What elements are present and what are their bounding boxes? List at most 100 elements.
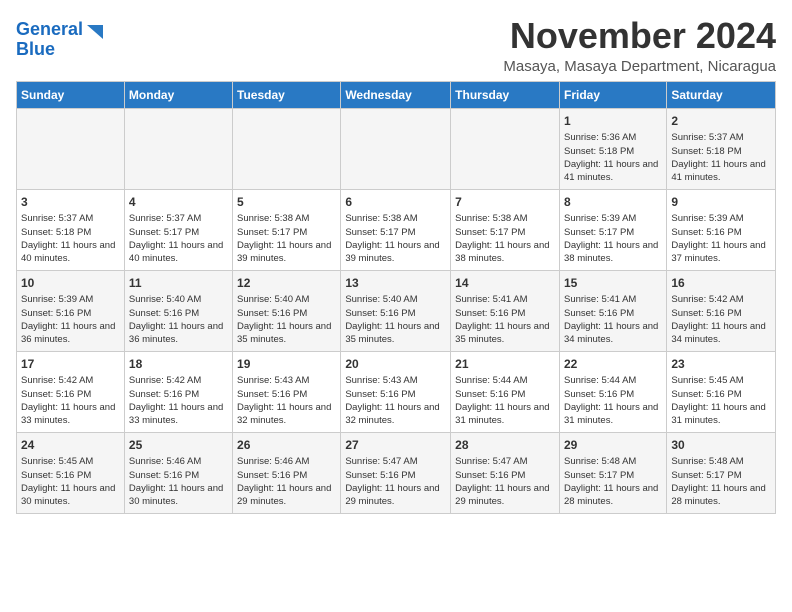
day-info: Sunrise: 5:47 AM Sunset: 5:16 PM Dayligh…: [455, 455, 555, 508]
day-info: Sunrise: 5:37 AM Sunset: 5:18 PM Dayligh…: [21, 212, 120, 265]
calendar-cell: 8Sunrise: 5:39 AM Sunset: 5:17 PM Daylig…: [559, 189, 666, 270]
day-info: Sunrise: 5:39 AM Sunset: 5:17 PM Dayligh…: [564, 212, 662, 265]
calendar-cell: 10Sunrise: 5:39 AM Sunset: 5:16 PM Dayli…: [17, 270, 125, 351]
calendar-header-cell: Saturday: [667, 81, 776, 108]
calendar-week-row: 1Sunrise: 5:36 AM Sunset: 5:18 PM Daylig…: [17, 108, 776, 189]
calendar-cell: 22Sunrise: 5:44 AM Sunset: 5:16 PM Dayli…: [559, 351, 666, 432]
day-info: Sunrise: 5:43 AM Sunset: 5:16 PM Dayligh…: [345, 374, 446, 427]
day-number: 16: [671, 275, 771, 292]
calendar-header-cell: Thursday: [451, 81, 560, 108]
day-info: Sunrise: 5:46 AM Sunset: 5:16 PM Dayligh…: [129, 455, 228, 508]
calendar-cell: [341, 108, 451, 189]
day-info: Sunrise: 5:44 AM Sunset: 5:16 PM Dayligh…: [455, 374, 555, 427]
calendar-cell: 14Sunrise: 5:41 AM Sunset: 5:16 PM Dayli…: [451, 270, 560, 351]
calendar-cell: [451, 108, 560, 189]
day-info: Sunrise: 5:37 AM Sunset: 5:17 PM Dayligh…: [129, 212, 228, 265]
day-number: 6: [345, 194, 446, 211]
day-info: Sunrise: 5:40 AM Sunset: 5:16 PM Dayligh…: [237, 293, 336, 346]
calendar-table: SundayMondayTuesdayWednesdayThursdayFrid…: [16, 81, 776, 514]
day-info: Sunrise: 5:42 AM Sunset: 5:16 PM Dayligh…: [129, 374, 228, 427]
day-info: Sunrise: 5:43 AM Sunset: 5:16 PM Dayligh…: [237, 374, 336, 427]
day-number: 30: [671, 437, 771, 454]
calendar-cell: 19Sunrise: 5:43 AM Sunset: 5:16 PM Dayli…: [233, 351, 341, 432]
calendar-cell: 27Sunrise: 5:47 AM Sunset: 5:16 PM Dayli…: [341, 432, 451, 513]
day-number: 8: [564, 194, 662, 211]
calendar-body: 1Sunrise: 5:36 AM Sunset: 5:18 PM Daylig…: [17, 108, 776, 513]
calendar-cell: 17Sunrise: 5:42 AM Sunset: 5:16 PM Dayli…: [17, 351, 125, 432]
day-info: Sunrise: 5:47 AM Sunset: 5:16 PM Dayligh…: [345, 455, 446, 508]
day-info: Sunrise: 5:46 AM Sunset: 5:16 PM Dayligh…: [237, 455, 336, 508]
calendar-week-row: 24Sunrise: 5:45 AM Sunset: 5:16 PM Dayli…: [17, 432, 776, 513]
calendar-cell: [124, 108, 232, 189]
day-info: Sunrise: 5:48 AM Sunset: 5:17 PM Dayligh…: [564, 455, 662, 508]
day-number: 22: [564, 356, 662, 373]
day-number: 19: [237, 356, 336, 373]
calendar-cell: [17, 108, 125, 189]
calendar-header-cell: Tuesday: [233, 81, 341, 108]
day-number: 23: [671, 356, 771, 373]
day-number: 12: [237, 275, 336, 292]
day-number: 10: [21, 275, 120, 292]
day-info: Sunrise: 5:45 AM Sunset: 5:16 PM Dayligh…: [21, 455, 120, 508]
day-info: Sunrise: 5:37 AM Sunset: 5:18 PM Dayligh…: [671, 131, 771, 184]
calendar-cell: [233, 108, 341, 189]
calendar-week-row: 10Sunrise: 5:39 AM Sunset: 5:16 PM Dayli…: [17, 270, 776, 351]
calendar-cell: 16Sunrise: 5:42 AM Sunset: 5:16 PM Dayli…: [667, 270, 776, 351]
day-number: 21: [455, 356, 555, 373]
calendar-header-cell: Monday: [124, 81, 232, 108]
calendar-week-row: 17Sunrise: 5:42 AM Sunset: 5:16 PM Dayli…: [17, 351, 776, 432]
day-number: 27: [345, 437, 446, 454]
day-number: 7: [455, 194, 555, 211]
calendar-cell: 28Sunrise: 5:47 AM Sunset: 5:16 PM Dayli…: [451, 432, 560, 513]
day-info: Sunrise: 5:38 AM Sunset: 5:17 PM Dayligh…: [345, 212, 446, 265]
day-info: Sunrise: 5:38 AM Sunset: 5:17 PM Dayligh…: [237, 212, 336, 265]
day-info: Sunrise: 5:44 AM Sunset: 5:16 PM Dayligh…: [564, 374, 662, 427]
logo-text: GeneralBlue: [16, 20, 83, 60]
calendar-cell: 12Sunrise: 5:40 AM Sunset: 5:16 PM Dayli…: [233, 270, 341, 351]
calendar-cell: 23Sunrise: 5:45 AM Sunset: 5:16 PM Dayli…: [667, 351, 776, 432]
day-info: Sunrise: 5:36 AM Sunset: 5:18 PM Dayligh…: [564, 131, 662, 184]
logo: GeneralBlue: [16, 20, 105, 60]
day-number: 28: [455, 437, 555, 454]
calendar-cell: 24Sunrise: 5:45 AM Sunset: 5:16 PM Dayli…: [17, 432, 125, 513]
day-number: 1: [564, 113, 662, 130]
day-number: 24: [21, 437, 120, 454]
calendar-cell: 29Sunrise: 5:48 AM Sunset: 5:17 PM Dayli…: [559, 432, 666, 513]
day-number: 5: [237, 194, 336, 211]
day-number: 4: [129, 194, 228, 211]
calendar-cell: 6Sunrise: 5:38 AM Sunset: 5:17 PM Daylig…: [341, 189, 451, 270]
day-number: 11: [129, 275, 228, 292]
logo-icon: [85, 23, 105, 43]
day-info: Sunrise: 5:40 AM Sunset: 5:16 PM Dayligh…: [345, 293, 446, 346]
day-number: 14: [455, 275, 555, 292]
calendar-cell: 25Sunrise: 5:46 AM Sunset: 5:16 PM Dayli…: [124, 432, 232, 513]
location-title: Masaya, Masaya Department, Nicaragua: [503, 58, 776, 75]
day-info: Sunrise: 5:39 AM Sunset: 5:16 PM Dayligh…: [671, 212, 771, 265]
calendar-cell: 15Sunrise: 5:41 AM Sunset: 5:16 PM Dayli…: [559, 270, 666, 351]
day-number: 17: [21, 356, 120, 373]
calendar-cell: 30Sunrise: 5:48 AM Sunset: 5:17 PM Dayli…: [667, 432, 776, 513]
day-info: Sunrise: 5:48 AM Sunset: 5:17 PM Dayligh…: [671, 455, 771, 508]
day-number: 25: [129, 437, 228, 454]
calendar-header-cell: Sunday: [17, 81, 125, 108]
day-number: 13: [345, 275, 446, 292]
day-info: Sunrise: 5:40 AM Sunset: 5:16 PM Dayligh…: [129, 293, 228, 346]
day-info: Sunrise: 5:41 AM Sunset: 5:16 PM Dayligh…: [564, 293, 662, 346]
calendar-cell: 21Sunrise: 5:44 AM Sunset: 5:16 PM Dayli…: [451, 351, 560, 432]
day-number: 3: [21, 194, 120, 211]
title-section: November 2024 Masaya, Masaya Department,…: [503, 16, 776, 75]
page-header: GeneralBlue November 2024 Masaya, Masaya…: [16, 16, 776, 75]
day-number: 15: [564, 275, 662, 292]
day-info: Sunrise: 5:42 AM Sunset: 5:16 PM Dayligh…: [21, 374, 120, 427]
calendar-cell: 13Sunrise: 5:40 AM Sunset: 5:16 PM Dayli…: [341, 270, 451, 351]
day-number: 26: [237, 437, 336, 454]
month-title: November 2024: [503, 16, 776, 56]
day-info: Sunrise: 5:39 AM Sunset: 5:16 PM Dayligh…: [21, 293, 120, 346]
calendar-header-row: SundayMondayTuesdayWednesdayThursdayFrid…: [17, 81, 776, 108]
calendar-week-row: 3Sunrise: 5:37 AM Sunset: 5:18 PM Daylig…: [17, 189, 776, 270]
calendar-header-cell: Wednesday: [341, 81, 451, 108]
day-number: 20: [345, 356, 446, 373]
calendar-cell: 9Sunrise: 5:39 AM Sunset: 5:16 PM Daylig…: [667, 189, 776, 270]
calendar-cell: 4Sunrise: 5:37 AM Sunset: 5:17 PM Daylig…: [124, 189, 232, 270]
day-info: Sunrise: 5:42 AM Sunset: 5:16 PM Dayligh…: [671, 293, 771, 346]
